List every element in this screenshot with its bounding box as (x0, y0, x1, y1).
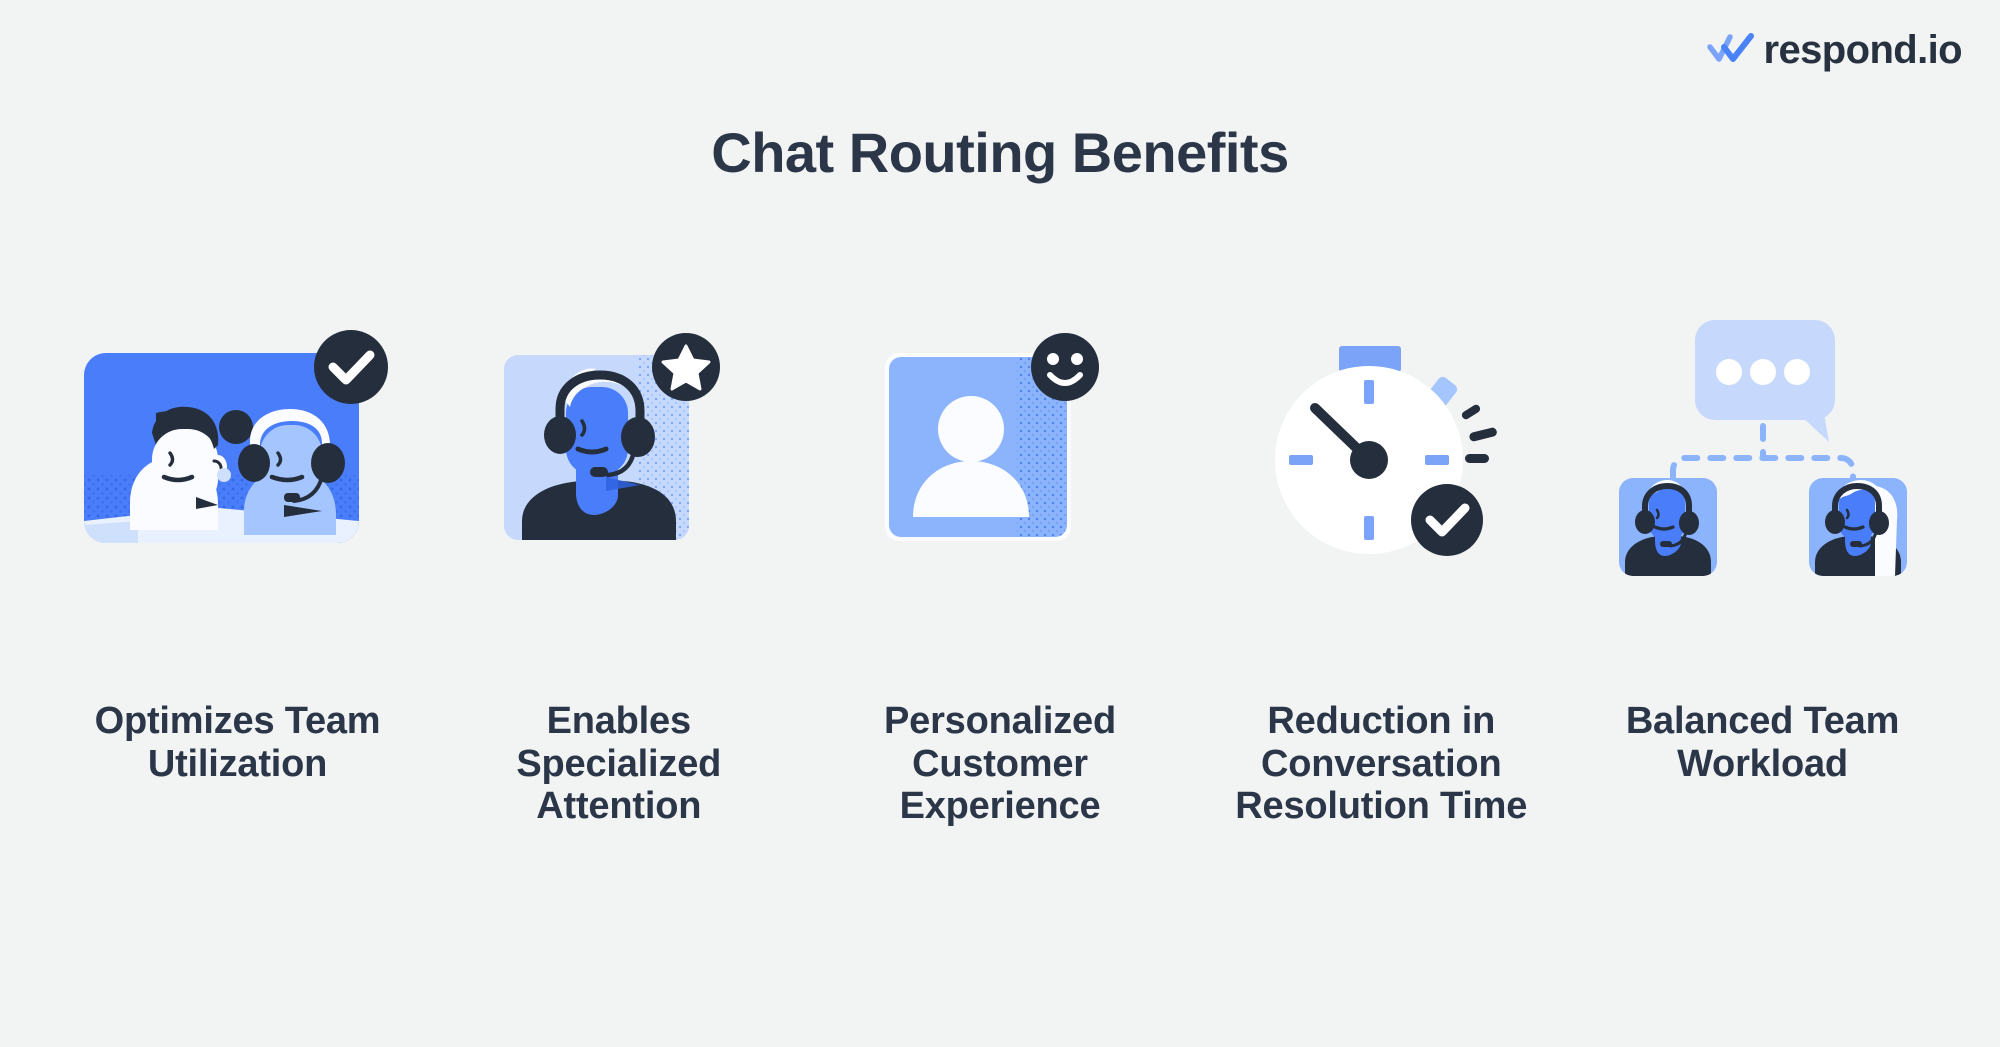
agent-avatar-right (1808, 478, 1907, 576)
benefit-item-optimizes-team-utilization: Optimizes Team Utilization (60, 300, 415, 785)
benefit-item-personalized-customer-experience: Personalized Customer Experience (823, 300, 1178, 828)
benefit-label: Reduction in Conversation Resolution Tim… (1235, 700, 1528, 828)
benefit-label: Personalized Customer Experience (883, 700, 1117, 828)
stopwatch-illustration (1204, 300, 1559, 600)
page-title: Chat Routing Benefits (711, 121, 1289, 184)
benefit-item-enables-specialized-attention: Enables Specialized Attention (441, 300, 796, 828)
motion-lines-icon (1462, 404, 1498, 463)
benefit-label: Balanced Team Workload (1625, 700, 1900, 785)
infographic-canvas: respond.io Chat Routing Benefits Optimiz… (0, 0, 2000, 1047)
chat-routing-illustration (1585, 300, 1940, 600)
smiley-badge-icon (1031, 333, 1099, 401)
check-badge-icon (1411, 484, 1484, 556)
two-agents-card-illustration (60, 300, 415, 600)
double-check-icon (1706, 33, 1754, 67)
benefits-row: Optimizes Team Utilization Enables Speci… (60, 300, 1940, 828)
star-badge-icon (651, 333, 720, 401)
customer-avatar-card-illustration (823, 300, 1178, 600)
headset-agent-card-illustration (441, 300, 796, 600)
brand-name: respond.io (1763, 28, 1963, 72)
benefit-item-reduction-in-conversation-resolution-time: Reduction in Conversation Resolution Tim… (1204, 300, 1559, 828)
agent-avatar-left (1618, 478, 1717, 576)
benefit-label: Optimizes Team Utilization (94, 700, 381, 785)
benefit-item-balanced-team-workload: Balanced Team Workload (1585, 300, 1940, 785)
check-badge-icon (313, 330, 388, 404)
chat-bubble-icon (1694, 320, 1835, 442)
brand-logo: respond.io (1706, 28, 1963, 72)
benefit-label: Enables Specialized Attention (516, 700, 722, 828)
